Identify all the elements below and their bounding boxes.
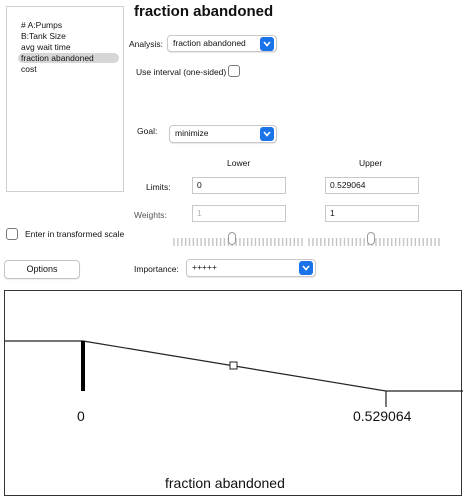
- use-interval-checkbox[interactable]: [228, 65, 240, 77]
- desirability-plot: 0 0.529064 fraction abandoned: [4, 290, 463, 496]
- response-list[interactable]: # A:Pumps B:Tank Size avg wait time frac…: [6, 6, 124, 192]
- chevron-down-icon: [260, 127, 274, 141]
- upper-column-header: Upper: [359, 158, 383, 168]
- list-item[interactable]: B:Tank Size: [21, 31, 66, 41]
- weights-label: Weights:: [134, 210, 167, 220]
- chevron-down-icon: [260, 37, 274, 51]
- midpoint-handle[interactable]: [229, 361, 238, 370]
- transformed-scale-label: Enter in transformed scale: [25, 229, 125, 239]
- importance-select[interactable]: +++++: [186, 259, 316, 277]
- transformed-scale-checkbox[interactable]: [6, 228, 18, 240]
- x-min-label: 0: [77, 408, 85, 424]
- slider-ticks: [173, 238, 303, 246]
- chevron-down-icon: [299, 261, 313, 275]
- options-button[interactable]: Options: [4, 260, 80, 279]
- upper-limit-field[interactable]: 0.529064: [325, 177, 419, 194]
- goal-label: Goal:: [137, 126, 158, 136]
- goal-select-value: minimize: [175, 128, 209, 138]
- page-title: fraction abandoned: [134, 3, 274, 20]
- lower-weight-field: 1: [192, 205, 286, 222]
- slider-thumb[interactable]: [227, 232, 236, 245]
- use-interval-label: Use interval (one-sided): [136, 67, 227, 77]
- lower-column-header: Lower: [227, 158, 251, 168]
- limits-label: Limits:: [146, 182, 171, 192]
- desirability-graph: [5, 340, 463, 407]
- analysis-select-value: fraction abandoned: [173, 38, 246, 48]
- goal-select[interactable]: minimize: [169, 125, 277, 143]
- list-item[interactable]: # A:Pumps: [21, 20, 62, 30]
- x-max-label: 0.529064: [353, 408, 412, 424]
- analysis-select[interactable]: fraction abandoned: [167, 35, 277, 52]
- importance-select-value: +++++: [192, 262, 217, 272]
- lower-limit-field[interactable]: 0: [192, 177, 286, 194]
- x-axis-title: fraction abandoned: [165, 475, 285, 491]
- list-item[interactable]: cost: [21, 64, 37, 74]
- list-item-selected[interactable]: fraction abandoned: [18, 53, 119, 63]
- slider-thumb[interactable]: [367, 232, 376, 245]
- upper-weight-field[interactable]: 1: [325, 205, 419, 222]
- analysis-label: Analysis:: [129, 39, 164, 49]
- upper-weight-slider[interactable]: [308, 232, 440, 246]
- lower-weight-slider[interactable]: [173, 232, 303, 246]
- list-item[interactable]: avg wait time: [21, 42, 71, 52]
- importance-label: Importance:: [134, 264, 179, 274]
